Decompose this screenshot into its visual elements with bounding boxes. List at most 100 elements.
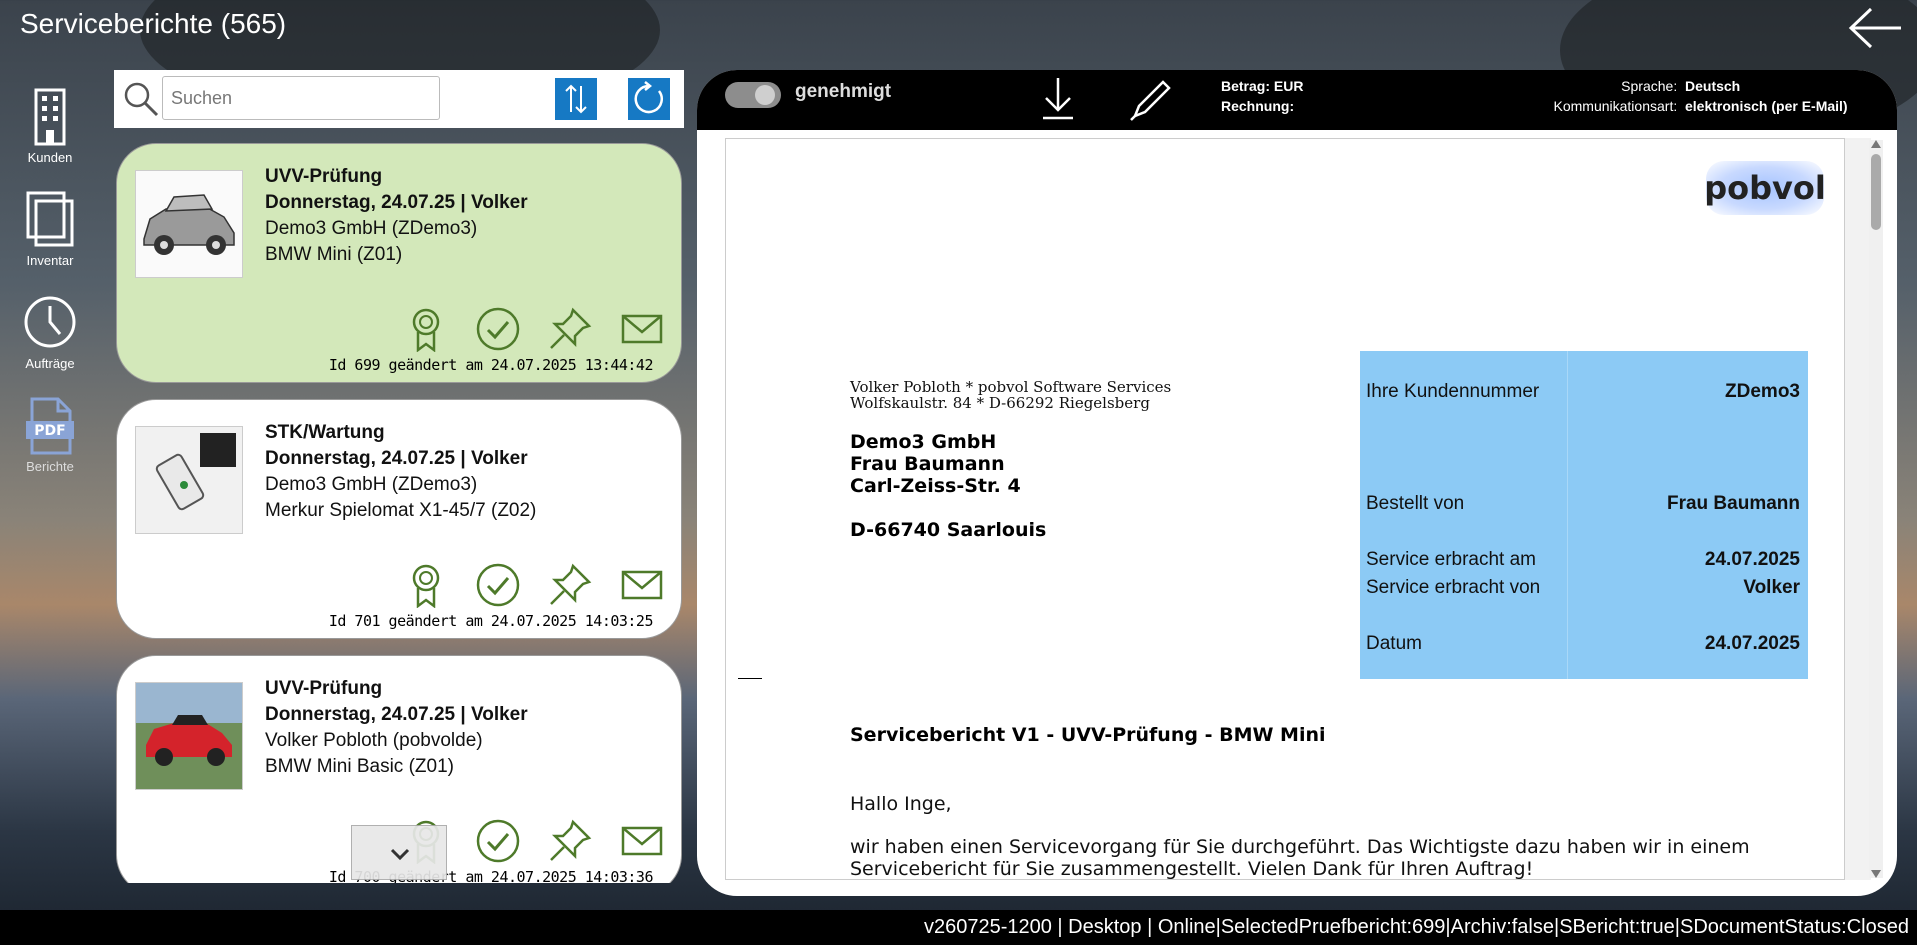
report-list: UVV-Prüfung Donnerstag, 24.07.25 | Volke… (116, 143, 684, 883)
mail-icon[interactable] (619, 306, 665, 352)
report-title: UVV-Prüfung (265, 678, 383, 699)
mail-icon[interactable] (619, 562, 665, 608)
nav-item-kunden[interactable]: Kunden (10, 86, 90, 165)
recipient-line: Demo3 GmbH (850, 431, 997, 453)
search-icon[interactable] (122, 80, 160, 118)
document-body: wir haben einen Servicevorgang für Sie d… (850, 836, 1750, 880)
datum-value: 24.07.2025 (1704, 633, 1800, 654)
document-subject: Servicebericht V1 - UVV-Prüfung - BMW Mi… (850, 724, 1326, 746)
bestellt-label: Bestellt von (1366, 493, 1465, 514)
document-panel: genehmigt Betrag: EUR Rechnung: Sprache:… (697, 70, 1897, 896)
report-card[interactable]: STK/Wartung Donnerstag, 24.07.25 | Volke… (116, 399, 682, 639)
report-customer: Demo3 GmbH (ZDemo3) (265, 218, 478, 239)
award-ribbon-icon[interactable] (403, 562, 449, 608)
scroll-down-button[interactable] (351, 825, 447, 880)
rechnung-label: Rechnung: (1221, 98, 1295, 114)
search-input[interactable] (162, 76, 440, 120)
document-greeting: Hallo Inge, (850, 793, 952, 815)
clock-icon (24, 296, 76, 348)
report-card-text: UVV-Prüfung Donnerstag, 24.07.25 | Volke… (265, 676, 528, 780)
chevron-down-icon (390, 848, 410, 861)
erbracht-am-value: 24.07.2025 (1704, 549, 1800, 570)
scroll-up-arrow-icon[interactable] (1871, 140, 1881, 148)
report-object: BMW Mini Basic (Z01) (265, 756, 454, 777)
approved-toggle-label: genehmigt (795, 81, 892, 102)
document-page: pobvol Volker Pobloth * pobvol Software … (725, 138, 1845, 880)
recipient-line: Carl-Zeiss-Str. 4 (850, 475, 1021, 497)
status-text: v260725-1200 | Desktop | Online|Selected… (923, 916, 1909, 938)
report-actions (403, 562, 665, 608)
report-date-line: Donnerstag, 24.07.25 | Volker (265, 704, 528, 725)
bestellt-value: Frau Baumann (1666, 493, 1800, 514)
refresh-icon (634, 81, 663, 114)
side-navigation: Kunden Inventar Aufträge PDF Berichte (10, 86, 90, 498)
nav-item-berichte[interactable]: PDF Berichte (10, 395, 90, 474)
mail-icon[interactable] (619, 818, 665, 864)
nav-label-auftraege: Aufträge (25, 356, 75, 371)
report-customer: Demo3 GmbH (ZDemo3) (265, 474, 478, 495)
nav-item-inventar[interactable]: Inventar (10, 189, 90, 268)
kommunikation-label: Kommunikationsart: (1553, 98, 1678, 114)
checkmark-circle-icon[interactable] (475, 306, 521, 352)
language-meta: Sprache: Deutsch Kommunikationsart: elek… (1554, 76, 1854, 116)
betrag-label: Betrag: (1221, 78, 1271, 94)
pin-icon[interactable] (547, 562, 593, 608)
recipient-line: Frau Baumann (850, 453, 1005, 475)
report-card-text: UVV-Prüfung Donnerstag, 24.07.25 | Volke… (265, 164, 528, 268)
fold-mark (738, 678, 762, 679)
report-footer: Id 701 geändert am 24.07.2025 14:03:25 (328, 612, 654, 630)
red-car-image (136, 683, 242, 789)
report-thumbnail (135, 426, 243, 534)
report-footer: Id 699 geändert am 24.07.2025 13:44:42 (328, 356, 654, 374)
building-icon (34, 88, 66, 146)
company-logo: pobvol (1704, 161, 1826, 215)
kommunikation-value: elektronisch (per E-Mail) (1685, 98, 1848, 114)
checkmark-circle-icon[interactable] (475, 562, 521, 608)
document-toolbar: genehmigt Betrag: EUR Rechnung: Sprache:… (697, 70, 1897, 130)
sort-button[interactable] (555, 78, 597, 120)
erbracht-von-label: Service erbracht von (1366, 577, 1541, 598)
kundennummer-value: ZDemo3 (1725, 381, 1800, 402)
pdf-icon: PDF (26, 397, 74, 455)
pin-icon[interactable] (547, 306, 593, 352)
betrag-value: EUR (1273, 78, 1304, 94)
car-sketch-image (136, 171, 242, 277)
pin-icon[interactable] (547, 818, 593, 864)
report-thumbnail (135, 170, 243, 278)
report-object: BMW Mini (Z01) (265, 244, 403, 265)
refresh-button[interactable] (628, 78, 670, 120)
pencil-icon[interactable] (1127, 76, 1175, 124)
nav-item-auftraege[interactable]: Aufträge (10, 292, 90, 371)
nav-label-kunden: Kunden (27, 150, 73, 165)
report-card[interactable]: UVV-Prüfung Donnerstag, 24.07.25 | Volke… (116, 143, 682, 383)
status-bar: v260725-1200 | Desktop | Online|Selected… (0, 910, 1917, 945)
scrollbar-thumb[interactable] (1871, 154, 1881, 230)
nav-label-berichte: Berichte (26, 459, 74, 474)
info-box: Ihre Kundennummer ZDemo3 Bestellt von Fr… (1360, 351, 1808, 679)
report-title: UVV-Prüfung (265, 166, 383, 187)
checkmark-circle-icon[interactable] (475, 818, 521, 864)
sprache-label: Sprache: (1621, 78, 1678, 94)
document-scrollbar[interactable] (1869, 140, 1883, 878)
approved-toggle[interactable] (725, 82, 781, 108)
scroll-down-arrow-icon[interactable] (1871, 870, 1881, 878)
report-date-line: Donnerstag, 24.07.25 | Volker (265, 448, 528, 469)
kundennummer-label: Ihre Kundennummer (1366, 381, 1540, 402)
erbracht-von-value: Volker (1743, 577, 1800, 598)
sort-arrows-icon (565, 84, 587, 114)
back-arrow-icon[interactable] (1847, 6, 1903, 50)
report-actions (403, 306, 665, 352)
search-bar (114, 70, 684, 128)
recipient-city: D-66740 Saarlouis (850, 519, 1047, 541)
download-icon[interactable] (1037, 74, 1079, 122)
info-divider (1567, 351, 1568, 679)
award-ribbon-icon[interactable] (403, 306, 449, 352)
recipient-address: Demo3 GmbH Frau Baumann Carl-Zeiss-Str. … (850, 431, 1046, 541)
report-object: Merkur Spielomat X1-45/7 (Z02) (265, 500, 537, 521)
datum-label: Datum (1366, 633, 1422, 654)
document-viewer[interactable]: pobvol Volker Pobloth * pobvol Software … (725, 138, 1871, 880)
sender-line: Wolfskaulstr. 84 * D-66292 Riegelsberg (850, 394, 1150, 412)
svg-text:PDF: PDF (34, 423, 65, 439)
sender-line: Volker Pobloth * pobvol Software Service… (850, 378, 1172, 396)
sprache-value: Deutsch (1685, 78, 1741, 94)
